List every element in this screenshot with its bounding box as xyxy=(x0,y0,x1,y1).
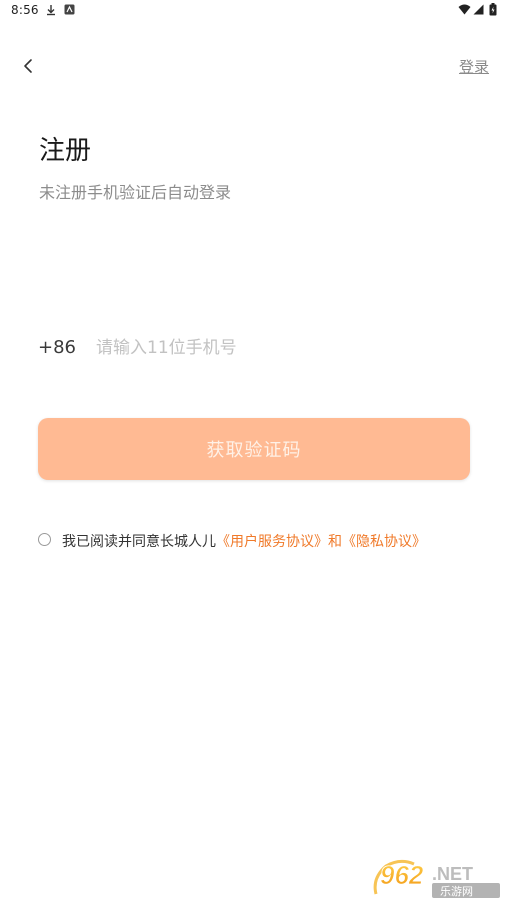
user-agreement-link[interactable]: 《用户服务协议》 xyxy=(216,534,328,550)
status-time: 8:56 xyxy=(11,3,39,17)
signal-icon xyxy=(473,4,484,18)
country-code[interactable]: +86 xyxy=(38,337,76,358)
agreement-and: 和 xyxy=(328,534,342,550)
back-button[interactable] xyxy=(16,54,40,78)
chevron-left-icon xyxy=(24,59,32,73)
wifi-icon xyxy=(458,4,471,18)
page-title: 注册 xyxy=(39,136,92,166)
watermark-logo: 962 .NET 乐游网 xyxy=(373,860,500,898)
agreement-prefix: 我已阅读并同意长城人儿 xyxy=(62,534,216,550)
status-bar: 8:56 xyxy=(0,0,509,22)
agree-checkbox[interactable] xyxy=(38,533,51,546)
battery-icon xyxy=(489,3,497,19)
register-screen: 8:56 登录 注册 未注册手机验证后自动登录 +86 请输入11位手机号 获取… xyxy=(0,0,509,904)
watermark-number: 962 xyxy=(380,860,424,890)
phone-input[interactable] xyxy=(96,333,466,363)
watermark-suffix: .NET xyxy=(432,864,473,884)
download-icon xyxy=(45,4,57,19)
get-code-button[interactable]: 获取验证码 xyxy=(38,418,470,480)
agreement-text: 我已阅读并同意长城人儿《用户服务协议》和《隐私协议》 xyxy=(62,531,426,551)
app-notification-icon xyxy=(64,4,75,18)
page-subtitle: 未注册手机验证后自动登录 xyxy=(39,183,232,202)
privacy-policy-link[interactable]: 《隐私协议》 xyxy=(342,534,426,550)
login-link[interactable]: 登录 xyxy=(459,56,489,77)
watermark-site-name: 乐游网 xyxy=(440,885,473,898)
agreement-row: 我已阅读并同意长城人儿《用户服务协议》和《隐私协议》 xyxy=(38,531,498,553)
